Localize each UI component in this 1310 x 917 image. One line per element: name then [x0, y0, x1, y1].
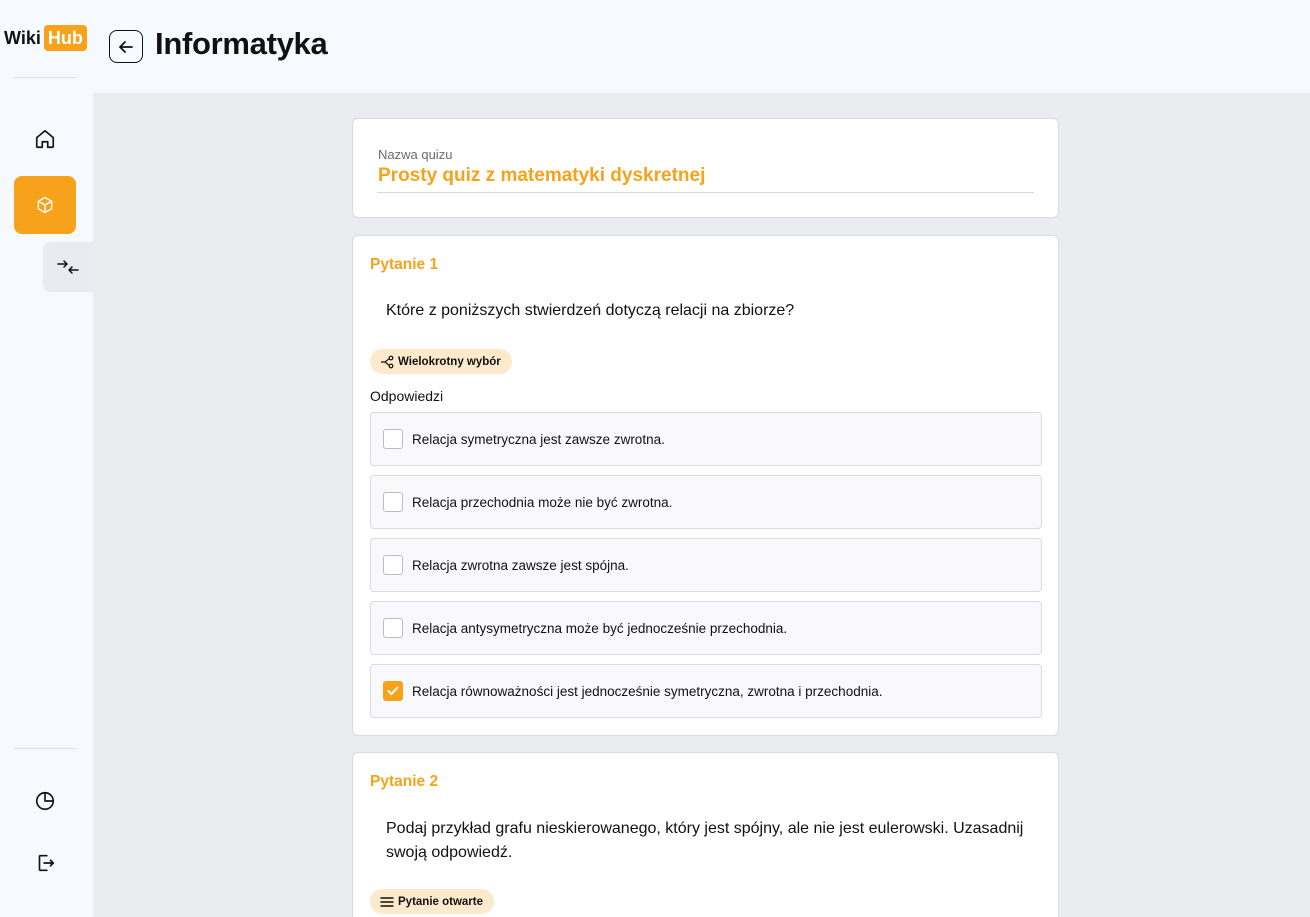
question-text: Podaj przykład grafu nieskierowanego, kt… [386, 820, 1024, 861]
answer-checkbox[interactable] [383, 555, 403, 575]
answer-checkbox-checked[interactable] [383, 681, 403, 701]
question-card-1: Pytanie 1 Które z poniższych stwierdzeń … [352, 235, 1059, 736]
question-type-badge: Wielokrotny wybór [370, 349, 512, 374]
back-button[interactable] [109, 30, 143, 63]
answer-option-2[interactable]: Relacja przechodnia może nie być zwrotna… [370, 475, 1042, 529]
answers-label: Odpowiedzi [370, 388, 444, 404]
answer-option-3[interactable]: Relacja zwrotna zawsze jest spójna. [370, 538, 1042, 592]
logo-hub: Hub [43, 25, 87, 51]
collapse-arrows-icon [57, 260, 79, 274]
answer-checkbox[interactable] [383, 429, 403, 449]
quiz-name-underline [377, 192, 1034, 193]
answer-checkbox[interactable] [383, 492, 403, 512]
answer-option-1[interactable]: Relacja symetryczna jest zawsze zwrotna. [370, 412, 1042, 466]
answer-option-5[interactable]: Relacja równoważności jest jednocześnie … [370, 664, 1042, 718]
pie-chart-icon [35, 791, 55, 811]
sidebar: Wiki Hub [0, 0, 93, 917]
collapse-button[interactable] [43, 242, 93, 292]
question-title: Pytanie 1 [370, 256, 439, 273]
sidebar-item-stats[interactable] [14, 772, 76, 830]
answer-text: Relacja zwrotna zawsze jest spójna. [412, 557, 629, 573]
home-icon [35, 129, 55, 149]
sidebar-divider-top [14, 77, 76, 78]
answer-text: Relacja przechodnia może nie być zwrotna… [412, 494, 673, 510]
quiz-name-label: Nazwa quizu [378, 147, 453, 162]
sidebar-divider-bottom [14, 748, 76, 749]
page-title: Informatyka [155, 26, 328, 61]
logout-icon [38, 854, 55, 872]
question-title: Pytanie 2 [370, 773, 439, 790]
question-card-2: Pytanie 2 Podaj przykład grafu nieskiero… [352, 752, 1059, 917]
answer-checkbox[interactable] [383, 618, 403, 638]
check-icon [387, 686, 399, 695]
quiz-name-card: Nazwa quizu Prosty quiz z matematyki dys… [352, 118, 1059, 218]
answer-text: Relacja antysymetryczna może być jednocz… [412, 620, 788, 636]
header: Informatyka [93, 0, 1310, 93]
logo[interactable]: Wiki Hub [4, 24, 87, 52]
sidebar-item-cube[interactable] [14, 176, 76, 234]
quiz-name-input[interactable]: Prosty quiz z matematyki dyskretnej [378, 165, 705, 187]
question-type-label: Wielokrotny wybór [398, 355, 501, 368]
answer-text: Relacja symetryczna jest zawsze zwrotna. [412, 431, 665, 447]
arrow-left-icon [119, 40, 133, 53]
share-nodes-icon [381, 355, 394, 368]
sidebar-item-home[interactable] [14, 110, 76, 168]
logo-wiki: Wiki [4, 27, 41, 48]
sidebar-item-logout[interactable] [14, 834, 76, 892]
cube-icon [37, 196, 53, 214]
answer-option-4[interactable]: Relacja antysymetryczna może być jednocz… [370, 601, 1042, 655]
question-text: Które z poniższych stwierdzeń dotyczą re… [386, 302, 795, 319]
question-type-label: Pytanie otwarte [398, 895, 483, 908]
question-type-badge: Pytanie otwarte [370, 889, 494, 914]
lines-icon [380, 896, 394, 907]
answer-text: Relacja równoważności jest jednocześnie … [412, 683, 883, 699]
